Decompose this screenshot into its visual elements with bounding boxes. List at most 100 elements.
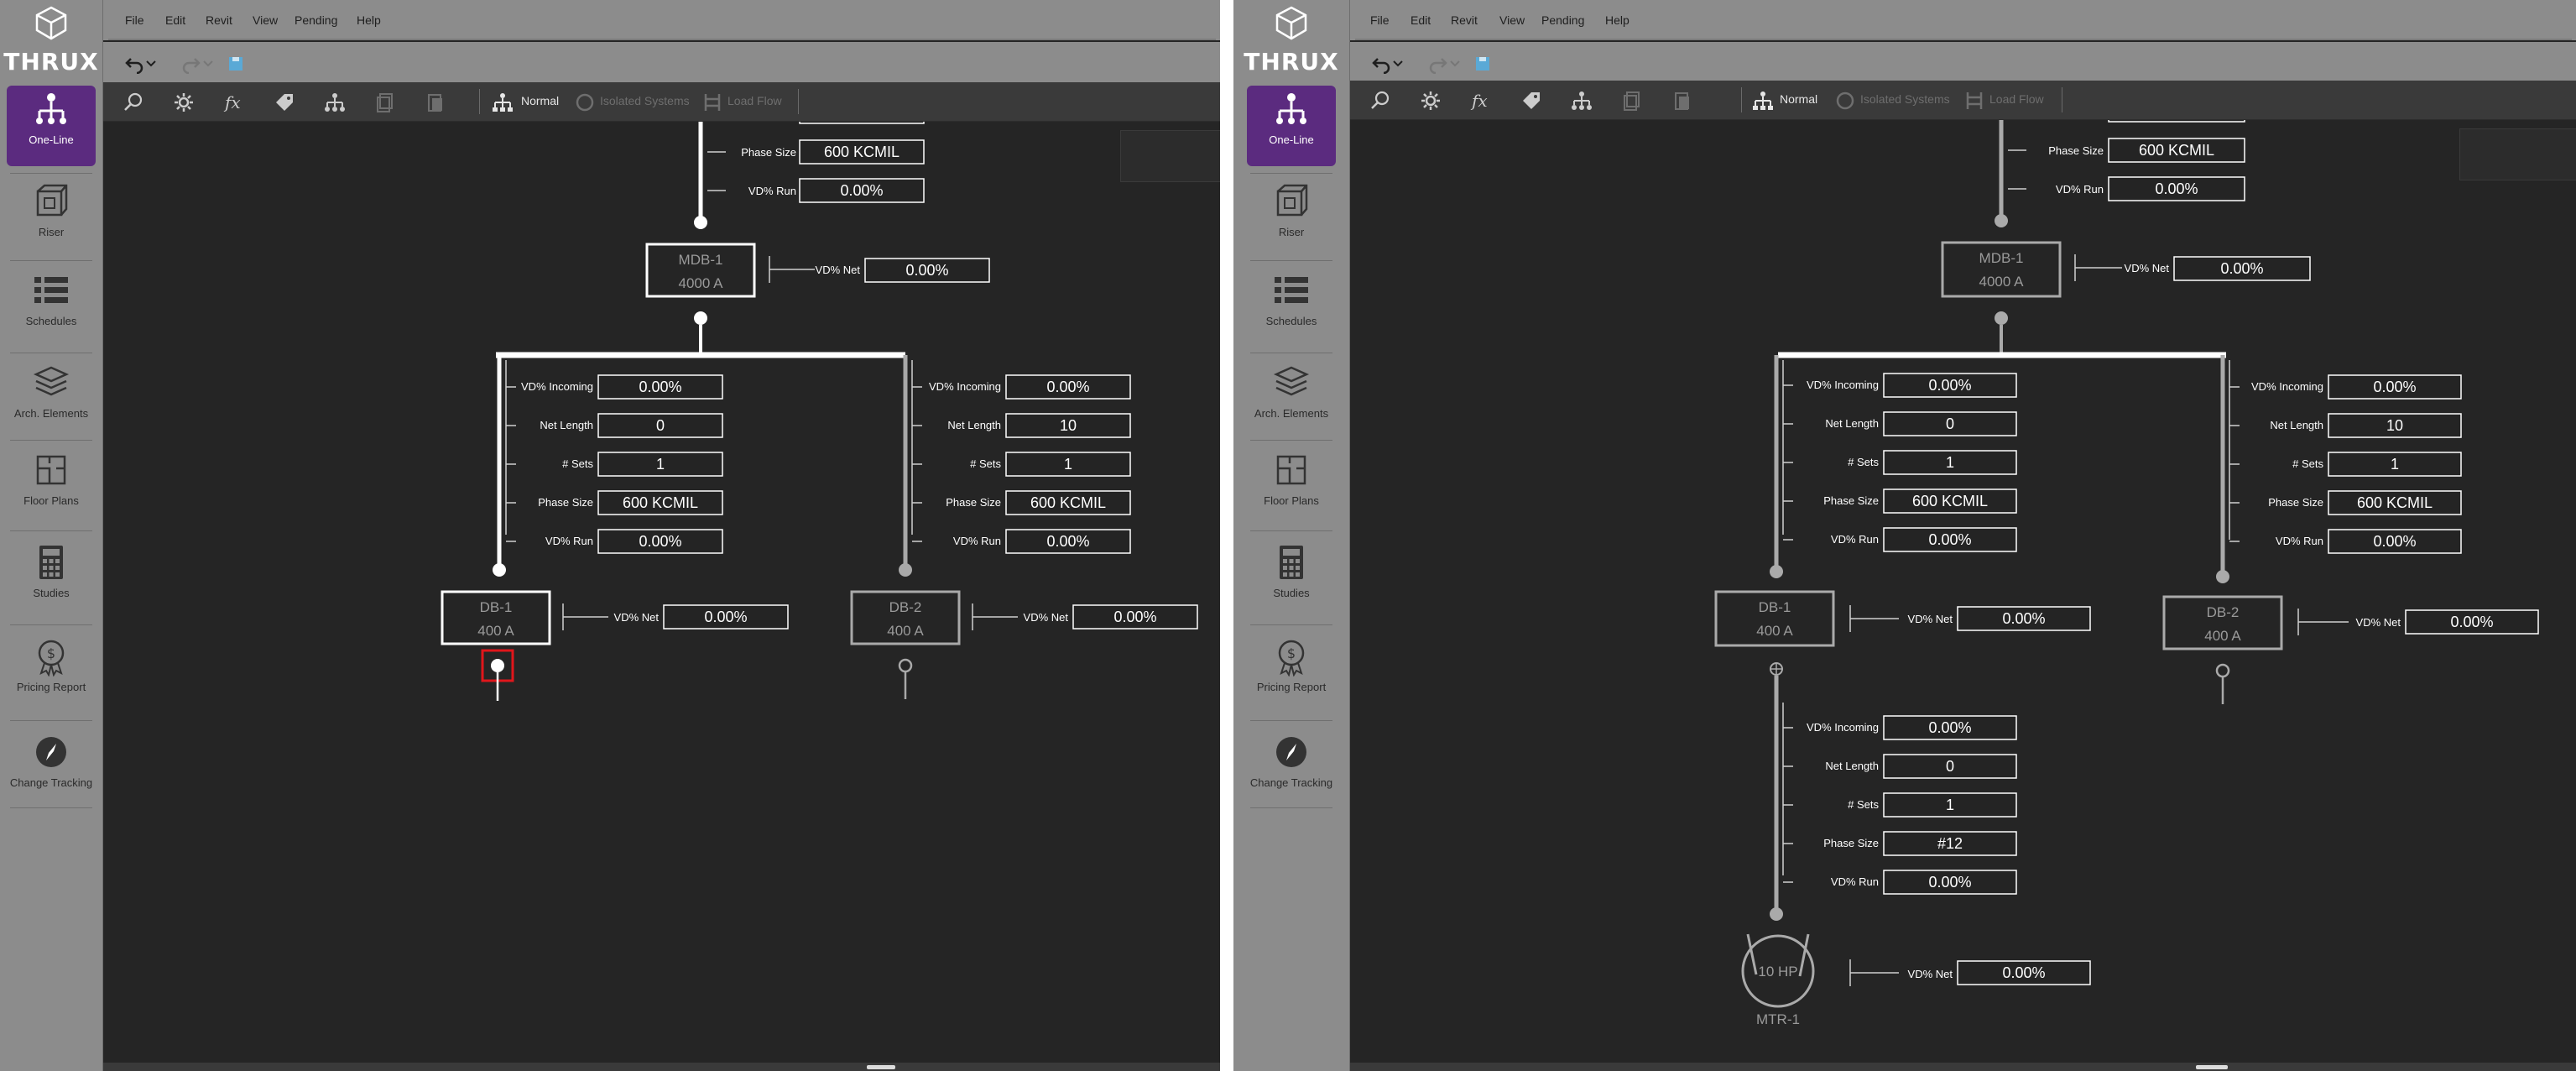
load-flow-icon[interactable]	[1963, 89, 1986, 112]
undo-dropdown-icon[interactable]	[1392, 52, 1404, 74]
vd-run-value: 0.00%	[639, 533, 681, 550]
menu-revit[interactable]: Revit	[206, 13, 232, 27]
gear-icon[interactable]	[172, 91, 196, 114]
riser-cube-icon	[1276, 184, 1308, 217]
mode-loadflow-label[interactable]: Load Flow	[1989, 92, 2044, 106]
copy-icon[interactable]	[373, 91, 397, 114]
isolated-systems-icon[interactable]	[1833, 89, 1857, 112]
menu-view[interactable]: View	[1499, 13, 1525, 27]
sidebar-item-floor-plans[interactable]: Floor Plans	[7, 447, 96, 527]
tag-icon[interactable]	[1520, 89, 1543, 112]
sidebar-divider	[1250, 530, 1332, 531]
sidebar-item-schedules[interactable]: Schedules	[7, 267, 96, 347]
search-icon[interactable]	[1369, 89, 1392, 112]
undo-dropdown-icon[interactable]	[145, 52, 157, 74]
sidebar-item-one-line[interactable]: One-Line	[7, 86, 96, 166]
sidebar-divider	[10, 440, 92, 441]
horizontal-scrollbar[interactable]	[1350, 1063, 2576, 1071]
sidebar-item-schedules[interactable]: Schedules	[1247, 267, 1336, 347]
hierarchy-icon[interactable]	[1570, 89, 1593, 112]
mode-normal-label[interactable]: Normal	[1780, 92, 1817, 106]
function-fx-icon[interactable]: fx	[222, 91, 246, 114]
db1-output-node[interactable]	[481, 649, 514, 701]
thrux-logo-icon	[1275, 6, 1307, 40]
menu-help[interactable]: Help	[357, 13, 381, 27]
copy-icon[interactable]	[1620, 89, 1644, 112]
isolated-systems-icon[interactable]	[573, 91, 597, 114]
phase-size-label: Phase Size	[1823, 837, 1879, 849]
paste-icon[interactable]	[1671, 89, 1694, 112]
undo-icon[interactable]	[123, 52, 145, 74]
tag-icon[interactable]	[273, 91, 296, 114]
sidebar-item-arch-elements[interactable]: Arch. Elements	[7, 359, 96, 440]
menu-edit[interactable]: Edit	[165, 13, 185, 27]
db-1-panel[interactable]: DB-1 400 A VD% Net 0.00%	[441, 590, 789, 645]
redo-icon[interactable]	[180, 52, 202, 74]
search-icon[interactable]	[122, 91, 145, 114]
phase-size-label: Phase Size	[741, 146, 796, 159]
sidebar-item-pricing-report[interactable]: $ Pricing Report	[1247, 633, 1336, 713]
mdb-1-panel[interactable]: MDB-1 4000 A VD% Net 0.00%	[645, 243, 990, 355]
db-1-panel[interactable]: DB-1 400 A VD% Net 0.00%	[1714, 590, 2091, 676]
sidebar-divider	[10, 260, 92, 261]
vd-incoming-label: VD% Incoming	[929, 380, 1001, 393]
sidebar-item-riser[interactable]: Riser	[7, 178, 96, 259]
left-pane: THRUX One-Line Riser Schedules Arch. Ele…	[0, 0, 1220, 1071]
menu-pending[interactable]: Pending	[1541, 13, 1584, 27]
vd-run-value: 0.00%	[840, 182, 883, 199]
mode-normal-label[interactable]: Normal	[521, 94, 559, 107]
redo-dropdown-icon[interactable]	[202, 52, 214, 74]
db1-rating: 400 A	[1756, 623, 1793, 639]
network-normal-icon[interactable]	[1751, 89, 1775, 112]
gear-icon[interactable]	[1419, 89, 1442, 112]
redo-dropdown-icon[interactable]	[1449, 52, 1461, 74]
menu-file[interactable]: File	[1370, 13, 1390, 27]
toolbar: fx Normal Isolated Systems Load Flow	[1350, 81, 2576, 120]
sidebar-item-riser[interactable]: Riser	[1247, 178, 1336, 259]
menu-file[interactable]: File	[125, 13, 144, 27]
sets-value: 1	[1946, 454, 1954, 471]
sidebar-item-floor-plans[interactable]: Floor Plans	[1247, 447, 1336, 527]
quick-access-bar	[103, 42, 1220, 82]
sidebar-item-studies[interactable]: Studies	[1247, 539, 1336, 619]
save-icon[interactable]	[226, 52, 248, 74]
sidebar-item-pricing-report[interactable]: $ Pricing Report	[7, 633, 96, 713]
menu-edit[interactable]: Edit	[1411, 13, 1431, 27]
sidebar-item-studies[interactable]: Studies	[7, 539, 96, 619]
sidebar-item-label: Arch. Elements	[1254, 407, 1329, 420]
thrux-logo-icon	[35, 6, 67, 40]
function-fx-icon[interactable]: fx	[1469, 89, 1493, 112]
mode-isolated-label[interactable]: Isolated Systems	[1860, 92, 1950, 106]
menu-help[interactable]: Help	[1605, 13, 1630, 27]
svg-text:$: $	[47, 645, 55, 661]
paste-icon[interactable]	[424, 91, 447, 114]
horizontal-scrollbar[interactable]	[103, 1063, 1220, 1071]
scrollbar-thumb[interactable]	[2196, 1065, 2228, 1069]
scrollbar-thumb[interactable]	[867, 1065, 895, 1069]
sidebar-item-one-line[interactable]: One-Line	[1247, 86, 1336, 166]
sidebar-item-arch-elements[interactable]: Arch. Elements	[1247, 359, 1336, 440]
load-flow-icon[interactable]	[701, 91, 724, 114]
save-icon[interactable]	[1473, 52, 1494, 74]
sidebar-divider	[1250, 624, 1332, 625]
menu-view[interactable]: View	[253, 13, 278, 27]
mdb-1-panel[interactable]: MDB-1 4000 A VD% Net 0.00%	[1941, 241, 2311, 353]
sidebar-item-change-tracking[interactable]: Change Tracking	[1247, 729, 1336, 809]
motor-mtr-1[interactable]: 10 HP MTR-1 VD% Net 0.00%	[1741, 933, 2091, 1027]
diagram-canvas[interactable]: Phase Size 600 KCMIL VD% Run 0.00% MDB-1…	[1350, 120, 2576, 1071]
undo-icon[interactable]	[1370, 52, 1392, 74]
diagram-canvas[interactable]: Phase Size 600 KCMIL VD% Run 0.00% MDB-1…	[103, 122, 1220, 1071]
mode-isolated-label[interactable]: Isolated Systems	[600, 94, 690, 107]
vd-run-value: 0.00%	[1046, 533, 1089, 550]
sidebar-item-change-tracking[interactable]: Change Tracking	[7, 729, 96, 809]
menu-revit[interactable]: Revit	[1451, 13, 1478, 27]
hierarchy-icon[interactable]	[323, 91, 347, 114]
sidebar-item-label: Pricing Report	[16, 681, 86, 693]
mode-loadflow-label[interactable]: Load Flow	[727, 94, 782, 107]
db-2-panel[interactable]: DB-2 400 A VD% Net 0.00%	[850, 590, 1198, 699]
net-length-label: Net Length	[1825, 760, 1879, 772]
network-normal-icon[interactable]	[491, 91, 514, 114]
redo-icon[interactable]	[1427, 52, 1449, 74]
menu-pending[interactable]: Pending	[295, 13, 337, 27]
db-2-panel[interactable]: DB-2 400 A VD% Net 0.00%	[2162, 595, 2539, 704]
